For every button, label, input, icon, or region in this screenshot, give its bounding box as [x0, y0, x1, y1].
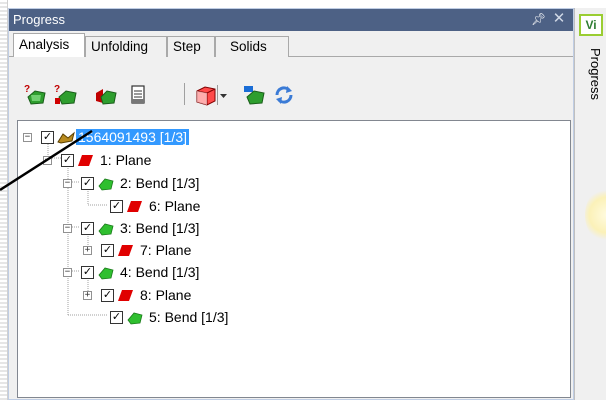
pin-icon[interactable]: 📌︎ [531, 12, 546, 26]
item-label: 5: Bend [1/3] [149, 309, 229, 325]
item-label: 7: Plane [140, 242, 192, 258]
panel-titlebar: Progress 📌︎ ✕ [9, 9, 573, 31]
svg-text:?: ? [54, 84, 60, 95]
expand-icon[interactable]: + [83, 246, 92, 255]
analyze-marked-icon[interactable]: ? [53, 83, 79, 107]
unfold-icon[interactable] [93, 83, 119, 107]
collapse-icon[interactable]: − [23, 133, 32, 142]
model-icon[interactable] [241, 83, 267, 107]
tab-analysis[interactable]: Analysis [13, 33, 85, 58]
item-checkbox[interactable]: ✓ [81, 266, 94, 279]
expand-icon[interactable]: + [83, 291, 92, 300]
tab-step[interactable]: Step [167, 36, 215, 58]
plane-icon [118, 290, 133, 301]
vi-badge[interactable]: Vi [579, 14, 603, 36]
plane-icon [78, 155, 93, 166]
tab-label: Analysis [19, 37, 70, 52]
progress-panel: Progress 📌︎ ✕ Analysis Unfolding Step So… [8, 8, 574, 400]
background-strip [0, 0, 8, 400]
item-label: 1: Plane [100, 152, 152, 168]
tree-root-node[interactable]: − ✓ 1564091493 [1/3] [18, 128, 570, 148]
tab-unfolding[interactable]: Unfolding [85, 36, 167, 58]
tab-bar: Analysis Unfolding Step Solids [9, 31, 573, 58]
plane-icon [118, 245, 133, 256]
tab-label: Solids [230, 39, 267, 54]
panel-title: Progress [13, 12, 66, 27]
item-checkbox[interactable]: ✓ [101, 289, 114, 302]
item-checkbox[interactable]: ✓ [110, 311, 123, 324]
toolbar-separator [184, 83, 185, 105]
item-label: 6: Plane [149, 198, 201, 214]
tab-label: Step [173, 39, 201, 54]
tree-item-bend-2[interactable]: − ✓ 2: Bend [1/3] [18, 174, 570, 194]
solid-cube-icon[interactable] [193, 83, 219, 107]
feature-tree[interactable]: − ✓ 1564091493 [1/3] − ✓ 1: Plane − ✓ 2:… [17, 120, 571, 398]
collapse-icon[interactable]: − [63, 224, 72, 233]
bend-icon [98, 178, 114, 191]
tab-label: Unfolding [91, 39, 149, 54]
tree-item-plane-6[interactable]: ✓ 6: Plane [18, 197, 570, 217]
sheet-metal-icon [57, 131, 75, 144]
root-checkbox[interactable]: ✓ [41, 131, 54, 144]
item-label: 3: Bend [1/3] [120, 220, 200, 236]
item-checkbox[interactable]: ✓ [61, 154, 74, 167]
collapse-icon[interactable]: − [63, 268, 72, 277]
document-icon[interactable] [125, 83, 151, 107]
bend-icon [98, 267, 114, 280]
toolbar: ? ? [9, 57, 573, 117]
tree-item-plane-7[interactable]: + ✓ 7: Plane [18, 241, 570, 261]
svg-text:?: ? [24, 84, 30, 95]
item-label: 8: Plane [140, 287, 192, 303]
collapse-icon[interactable]: − [63, 179, 72, 188]
bend-icon [98, 223, 114, 236]
refresh-icon[interactable] [271, 83, 297, 107]
item-checkbox[interactable]: ✓ [81, 222, 94, 235]
item-label: 2: Bend [1/3] [120, 175, 200, 191]
side-tab-progress[interactable]: Progress [581, 48, 603, 118]
bend-icon [127, 312, 143, 325]
item-checkbox[interactable]: ✓ [101, 244, 114, 257]
tree-item-bend-4[interactable]: − ✓ 4: Bend [1/3] [18, 263, 570, 283]
item-checkbox[interactable]: ✓ [81, 177, 94, 190]
root-label[interactable]: 1564091493 [1/3] [76, 129, 189, 145]
tree-item-plane-8[interactable]: + ✓ 8: Plane [18, 286, 570, 306]
tab-solids[interactable]: Solids [215, 36, 289, 58]
tree-item-bend-3[interactable]: − ✓ 3: Bend [1/3] [18, 219, 570, 239]
close-icon[interactable]: ✕ [551, 11, 567, 27]
item-label: 4: Bend [1/3] [120, 264, 200, 280]
tree-item-plane-1[interactable]: − ✓ 1: Plane [18, 151, 570, 171]
dropdown-arrow-icon[interactable] [217, 83, 229, 107]
tree-item-bend-5[interactable]: ✓ 5: Bend [1/3] [18, 308, 570, 328]
plane-icon [127, 201, 142, 212]
item-checkbox[interactable]: ✓ [110, 200, 123, 213]
analyze-icon[interactable]: ? [23, 83, 49, 107]
collapse-icon[interactable]: − [43, 156, 52, 165]
